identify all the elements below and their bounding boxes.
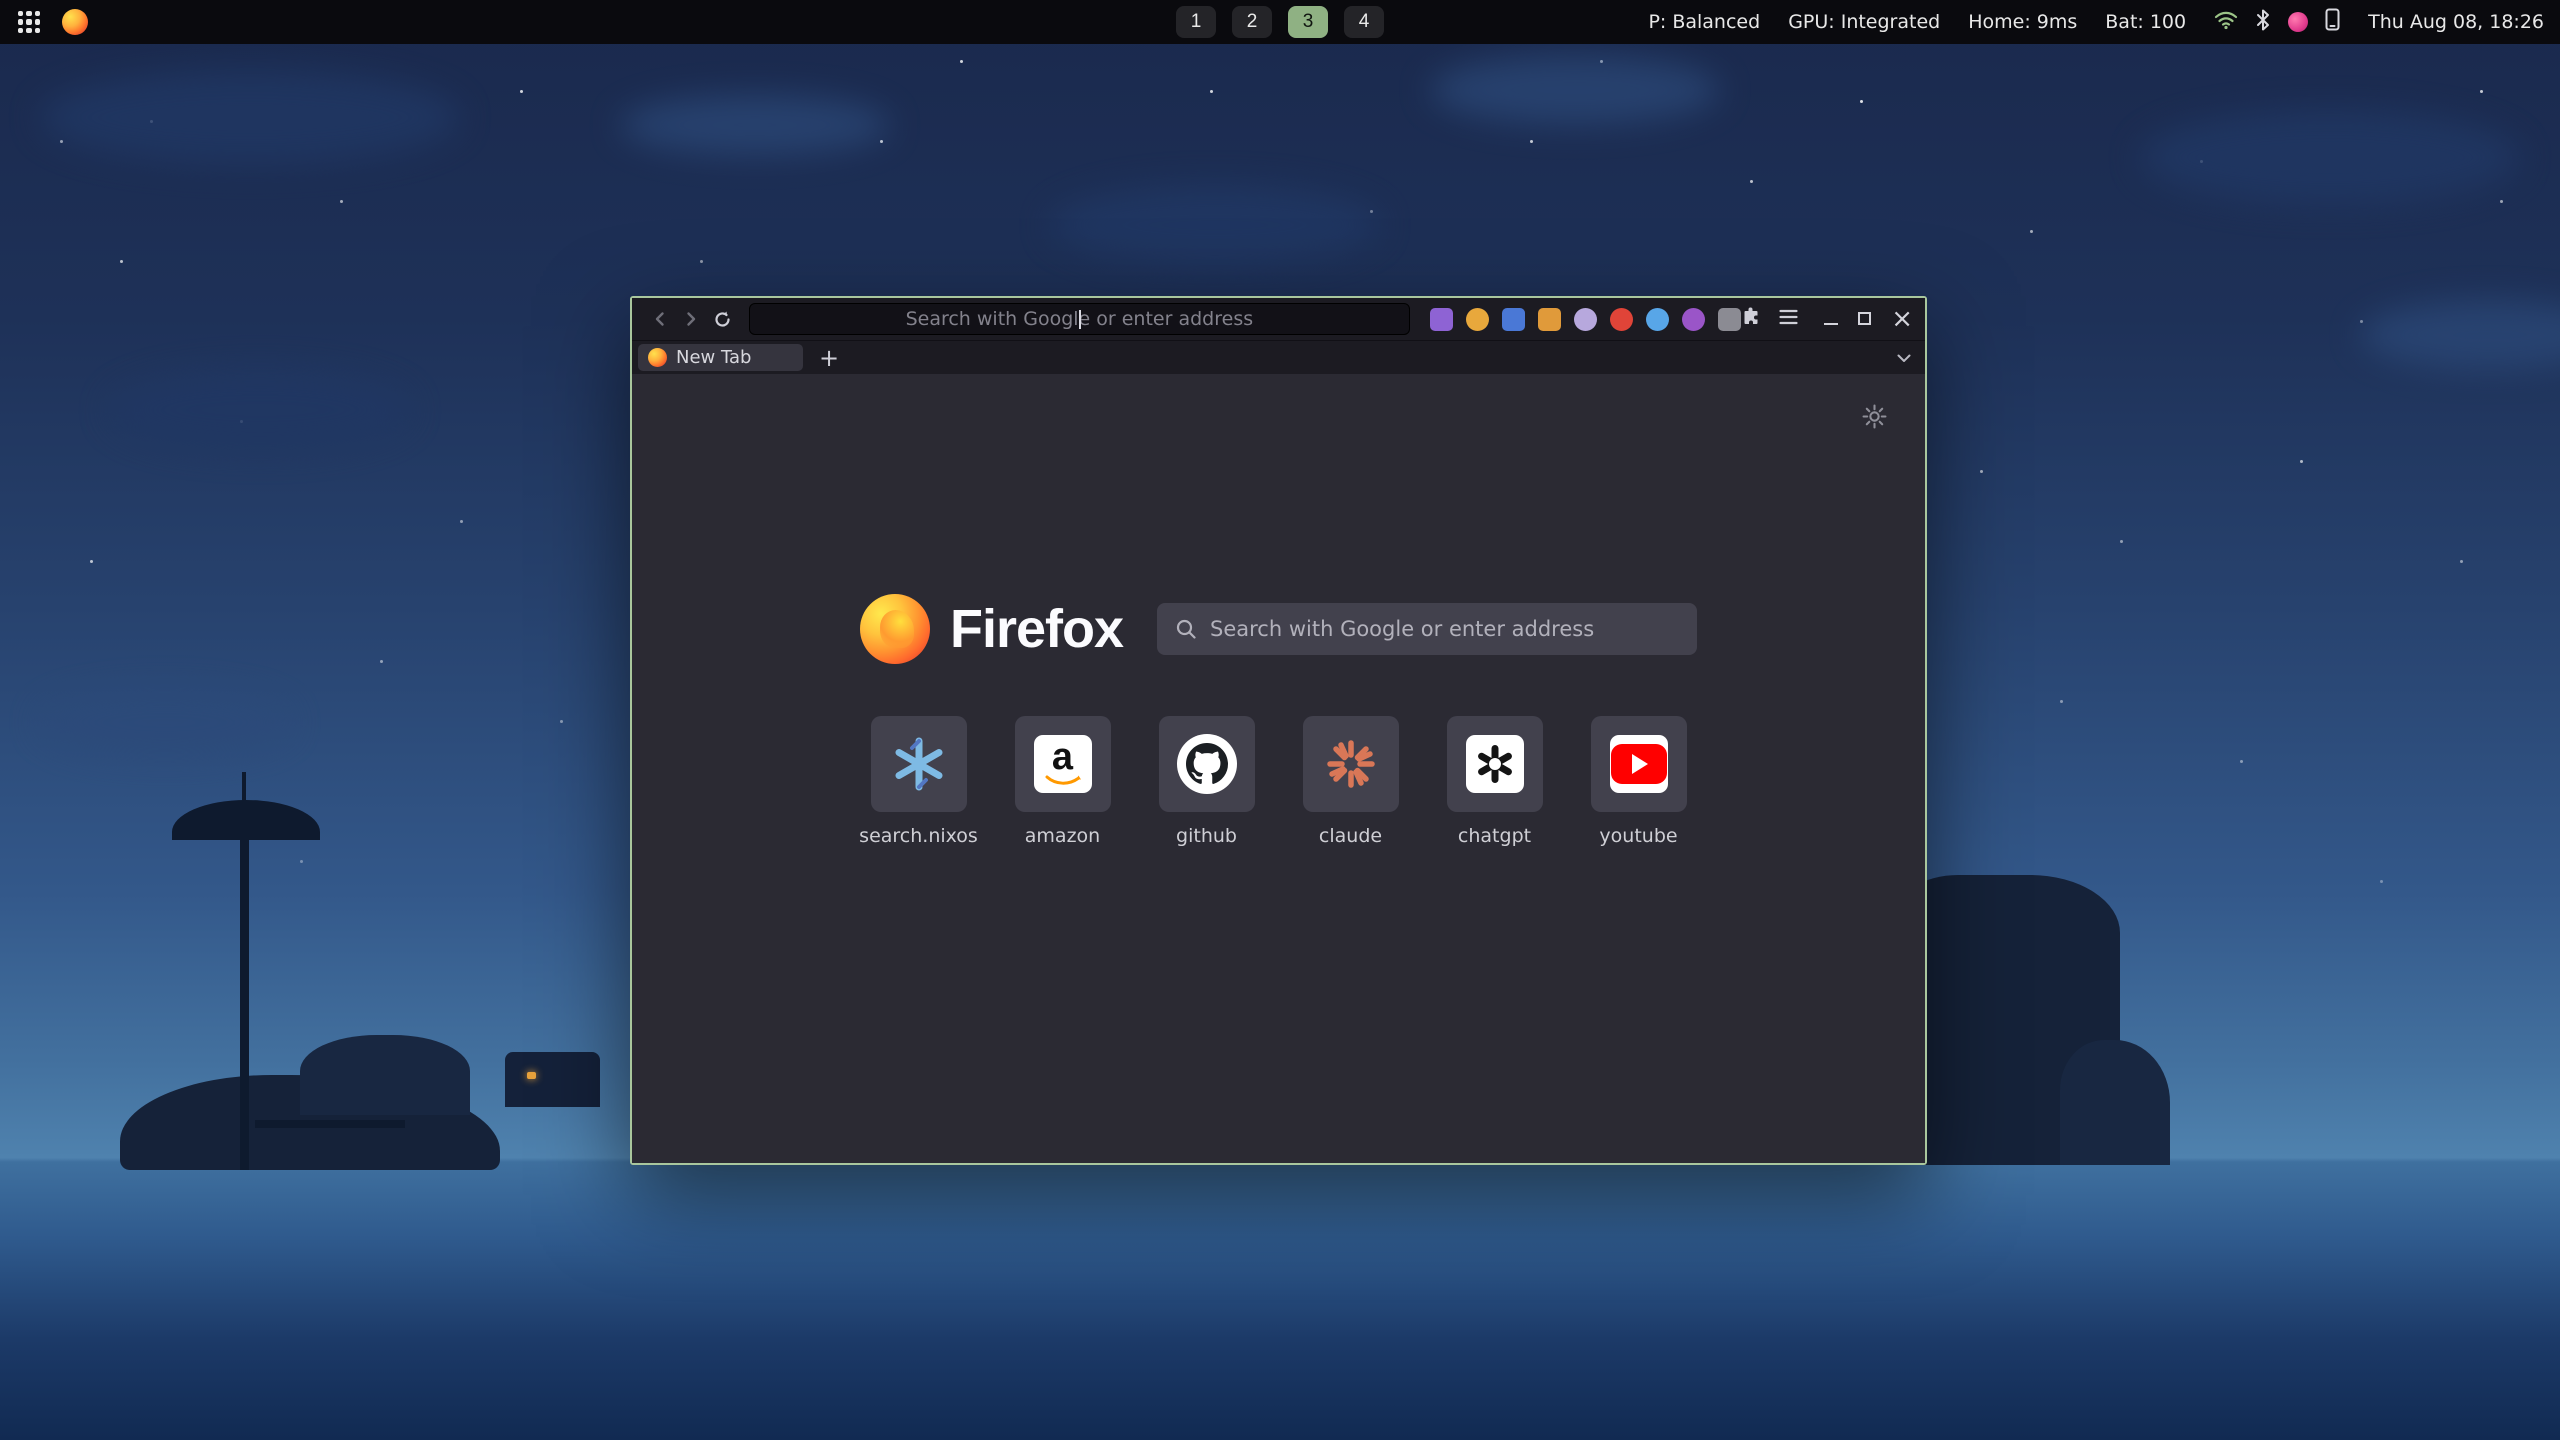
amazon-icon: a <box>1034 735 1092 793</box>
firefox-logo <box>860 594 930 664</box>
extension-icon-3[interactable] <box>1502 308 1525 331</box>
workspace-4[interactable]: 4 <box>1344 6 1384 38</box>
shortcut-claude[interactable]: claude <box>1303 716 1399 847</box>
tile-label: claude <box>1319 825 1382 847</box>
clock: Thu Aug 08, 18:26 <box>2368 11 2544 33</box>
shortcut-github[interactable]: github <box>1159 716 1255 847</box>
url-bar[interactable]: Search with Google or enter address <box>749 303 1411 335</box>
extensions-puzzle-icon[interactable] <box>1741 307 1761 331</box>
watchtower-tip <box>242 772 246 806</box>
extension-icon-2[interactable] <box>1466 308 1489 331</box>
bluetooth-icon[interactable] <box>2255 9 2271 36</box>
workspace-2[interactable]: 2 <box>1232 6 1272 38</box>
tile-label: github <box>1176 825 1237 847</box>
close-button[interactable]: × <box>1891 306 1913 332</box>
cloud <box>40 70 460 165</box>
shortcut-search-nixos[interactable]: search.nixos <box>871 716 967 847</box>
hut-light <box>527 1072 536 1079</box>
cloud <box>110 370 410 450</box>
cloud <box>2360 300 2560 370</box>
minimize-button[interactable] <box>1824 310 1838 329</box>
wifi-icon[interactable] <box>2214 10 2238 35</box>
pier <box>255 1120 405 1128</box>
island-right-rock <box>2060 1040 2170 1165</box>
shortcut-amazon[interactable]: a amazon <box>1015 716 1111 847</box>
newtab-search-bar[interactable]: Search with Google or enter address <box>1157 603 1697 655</box>
firefox-favicon <box>648 348 667 367</box>
cloud <box>1430 55 1720 125</box>
extension-icon-4[interactable] <box>1538 308 1561 331</box>
youtube-icon <box>1610 735 1668 793</box>
color-indicator-icon[interactable] <box>2288 12 2308 32</box>
firefox-wordmark: Firefox <box>950 598 1123 660</box>
watchtower-pole <box>240 815 249 1170</box>
gpu-status: GPU: Integrated <box>1788 11 1940 33</box>
phone-icon[interactable] <box>2325 8 2340 36</box>
firefox-window: Search with Google or enter address <box>630 296 1927 1165</box>
tab-title: New Tab <box>676 347 751 368</box>
newtab-hero: Firefox Search with Google or enter addr… <box>632 594 1925 664</box>
workspace-1[interactable]: 1 <box>1176 6 1216 38</box>
power-profile-status: P: Balanced <box>1648 11 1760 33</box>
battery-status: Bat: 100 <box>2105 11 2186 33</box>
tile-label: search.nixos <box>859 825 978 847</box>
extension-toolbar <box>1430 308 1741 331</box>
extension-icon-8[interactable] <box>1682 308 1705 331</box>
firefox-taskbar-icon[interactable] <box>62 9 88 35</box>
newtab-page: Firefox Search with Google or enter addr… <box>632 374 1925 1163</box>
watchtower-roof <box>172 800 320 840</box>
navigation-toolbar: Search with Google or enter address <box>632 298 1925 340</box>
tile-label: youtube <box>1599 825 1677 847</box>
cloud <box>1050 185 1380 265</box>
app-launcher-icon[interactable] <box>16 9 42 35</box>
extension-icon-5[interactable] <box>1574 308 1597 331</box>
newtab-search-placeholder: Search with Google or enter address <box>1210 617 1594 641</box>
tile-label: amazon <box>1025 825 1100 847</box>
extension-icon-7[interactable] <box>1646 308 1669 331</box>
desktop: 1 2 3 4 P: Balanced GPU: Integrated Home… <box>0 0 2560 1440</box>
chatgpt-icon <box>1466 735 1524 793</box>
extension-icon-9[interactable] <box>1718 308 1741 331</box>
status-bar: 1 2 3 4 P: Balanced GPU: Integrated Home… <box>0 0 2560 44</box>
workspace-3-active[interactable]: 3 <box>1288 6 1328 38</box>
newtab-settings-gear-icon[interactable] <box>1862 404 1887 433</box>
github-icon <box>1177 734 1237 794</box>
text-caret <box>1079 310 1081 329</box>
tab-bar: New Tab + <box>632 340 1925 374</box>
search-icon <box>1175 618 1197 640</box>
tile-label: chatgpt <box>1458 825 1531 847</box>
network-latency-status: Home: 9ms <box>1968 11 2077 33</box>
extension-icon-1[interactable] <box>1430 308 1453 331</box>
new-tab-button[interactable]: + <box>815 344 843 372</box>
menu-hamburger-icon[interactable] <box>1779 309 1798 329</box>
hut <box>505 1052 600 1107</box>
forward-button[interactable] <box>676 304 708 334</box>
workspace-switcher: 1 2 3 4 <box>1176 6 1384 38</box>
tab-new-tab[interactable]: New Tab <box>638 344 803 371</box>
extension-icon-6[interactable] <box>1610 308 1633 331</box>
amazon-letter: a <box>1052 740 1073 774</box>
list-all-tabs-chevron-icon[interactable] <box>1897 348 1911 367</box>
cloud <box>2140 110 2520 205</box>
maximize-button[interactable] <box>1858 310 1871 329</box>
shortcut-chatgpt[interactable]: chatgpt <box>1447 716 1543 847</box>
cloud <box>40 690 290 755</box>
reload-button[interactable] <box>707 304 739 334</box>
cloud <box>620 95 890 155</box>
shortcut-youtube[interactable]: youtube <box>1591 716 1687 847</box>
nixos-snowflake-icon <box>891 736 947 792</box>
island-left-rock <box>300 1035 470 1115</box>
back-button[interactable] <box>644 304 676 334</box>
claude-icon <box>1324 737 1378 791</box>
shortcut-tiles: search.nixos a amazon <box>632 716 1925 847</box>
